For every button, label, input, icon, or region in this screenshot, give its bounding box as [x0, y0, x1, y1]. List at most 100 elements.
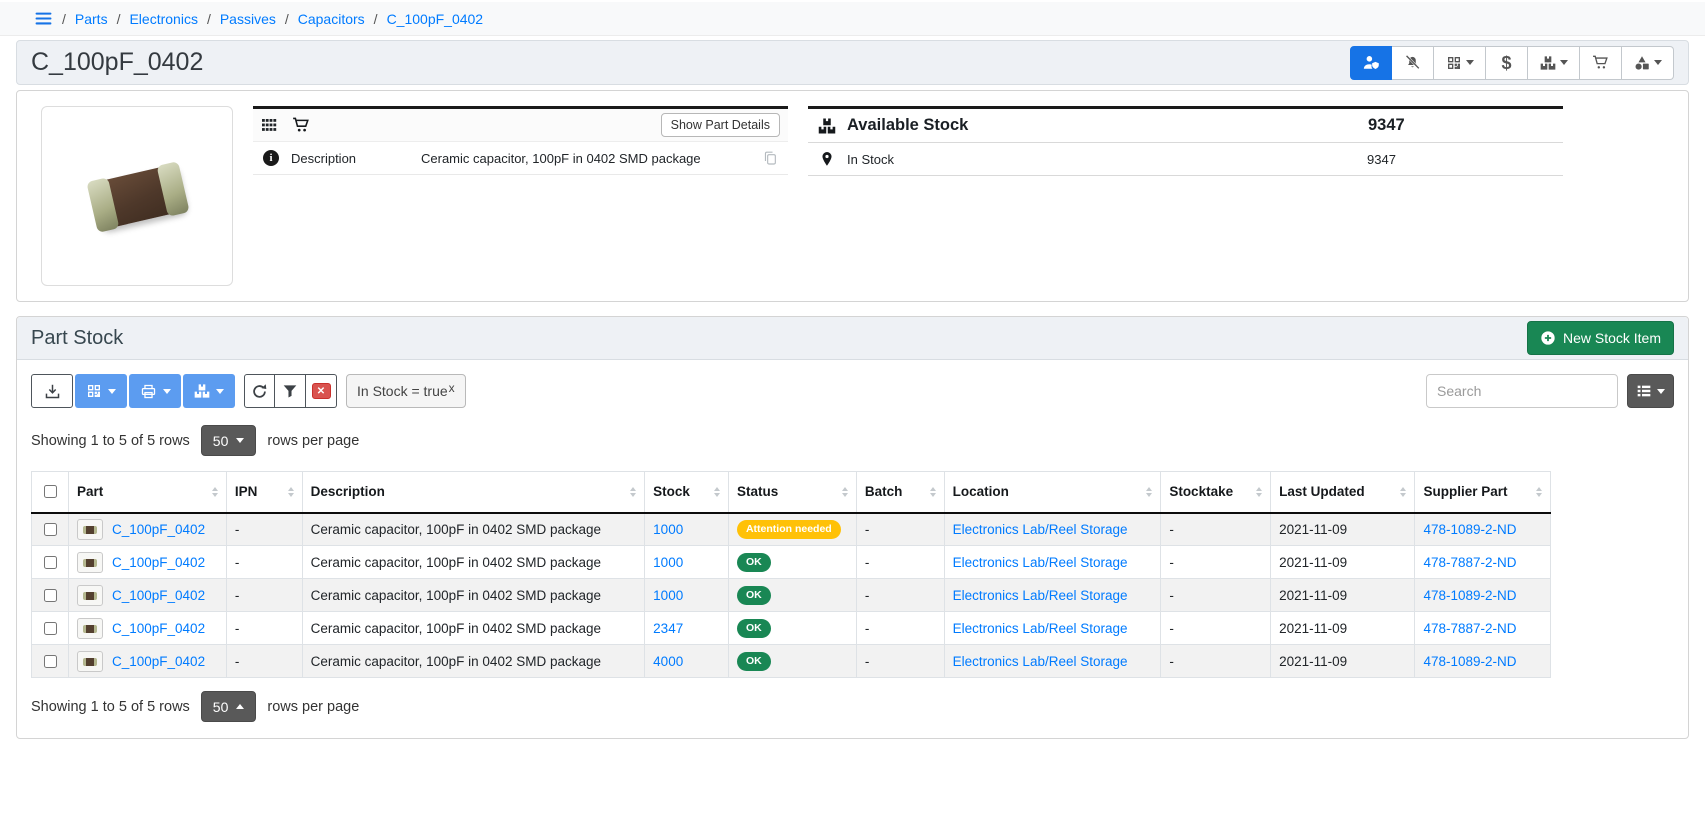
part-link[interactable]: C_100pF_0402: [112, 588, 205, 603]
pagination-top: Showing 1 to 5 of 5 rows 50 rows per pag…: [31, 425, 1674, 456]
last-updated-cell: 2021-11-09: [1271, 612, 1415, 645]
print-actions-button[interactable]: [129, 374, 181, 408]
description-cell: Ceramic capacitor, 100pF in 0402 SMD pac…: [302, 546, 645, 579]
part-link[interactable]: C_100pF_0402: [112, 654, 205, 669]
shopping-cart-icon: [1592, 54, 1609, 71]
column-header-stocktake[interactable]: Stocktake: [1161, 472, 1271, 513]
table-row: C_100pF_0402 - Ceramic capacitor, 100pF …: [32, 645, 1551, 678]
status-badge: OK: [737, 619, 771, 638]
stock-quantity-link[interactable]: 1000: [653, 522, 683, 537]
table-row: C_100pF_0402 - Ceramic capacitor, 100pF …: [32, 579, 1551, 612]
part-link[interactable]: C_100pF_0402: [112, 522, 205, 537]
column-header-supplier-part[interactable]: Supplier Part: [1415, 472, 1551, 513]
rows-per-page-text: rows per page: [267, 433, 359, 449]
location-link[interactable]: Electronics Lab/Reel Storage: [953, 588, 1128, 603]
row-checkbox[interactable]: [44, 523, 57, 536]
stock-quantity-link[interactable]: 1000: [653, 588, 683, 603]
page-title: C_100pF_0402: [31, 48, 203, 77]
stock-actions-button[interactable]: [1528, 46, 1580, 80]
column-header-last-updated[interactable]: Last Updated: [1271, 472, 1415, 513]
location-link[interactable]: Electronics Lab/Reel Storage: [953, 654, 1128, 669]
column-header-stock[interactable]: Stock: [645, 472, 729, 513]
dollar-icon: $: [1501, 54, 1511, 72]
column-header-location[interactable]: Location: [944, 472, 1161, 513]
part-link[interactable]: C_100pF_0402: [112, 555, 205, 570]
remove-filter-icon[interactable]: x: [449, 381, 455, 395]
page-size-dropdown[interactable]: 50: [201, 691, 257, 722]
sort-icon: [1400, 487, 1406, 497]
column-header-status[interactable]: Status: [728, 472, 856, 513]
filter-button[interactable]: [275, 374, 306, 408]
supplier-part-link[interactable]: 478-1089-2-ND: [1423, 588, 1516, 603]
breadcrumb-link-current-part[interactable]: C_100pF_0402: [387, 11, 484, 27]
in-stock-label: In Stock: [847, 152, 894, 167]
sort-icon: [842, 487, 848, 497]
status-badge: OK: [737, 553, 771, 572]
last-updated-cell: 2021-11-09: [1271, 579, 1415, 612]
map-pin-icon: [819, 151, 835, 167]
chevron-down-icon: [216, 389, 224, 394]
subscribe-button[interactable]: [1350, 46, 1392, 80]
supplier-part-link[interactable]: 478-7887-2-ND: [1423, 555, 1516, 570]
stock-quantity-link[interactable]: 1000: [653, 555, 683, 570]
show-part-details-button[interactable]: Show Part Details: [661, 113, 780, 137]
breadcrumb-separator: /: [207, 11, 211, 27]
available-stock-total: 9347: [1368, 116, 1553, 135]
page-size-dropdown[interactable]: 50: [201, 425, 257, 456]
stock-options-button[interactable]: [183, 374, 235, 408]
barcode-actions-button[interactable]: [1434, 46, 1486, 80]
cart-icon: [292, 116, 310, 134]
stocktake-cell: -: [1161, 645, 1271, 678]
breadcrumb-separator: /: [62, 11, 66, 27]
part-stock-panel: Part Stock New Stock Item: [16, 316, 1689, 739]
available-stock-title: Available Stock: [847, 116, 968, 135]
column-header-part[interactable]: Part: [69, 472, 227, 513]
pagination-bottom: Showing 1 to 5 of 5 rows 50 rows per pag…: [31, 691, 1674, 722]
pricing-button[interactable]: $: [1486, 46, 1528, 80]
part-options-button[interactable]: [1622, 46, 1674, 80]
breadcrumb-link-electronics[interactable]: Electronics: [129, 11, 197, 27]
status-badge: Attention needed: [737, 520, 841, 539]
part-link[interactable]: C_100pF_0402: [112, 621, 205, 636]
breadcrumb-link-passives[interactable]: Passives: [220, 11, 276, 27]
part-details-header: Show Part Details: [253, 109, 788, 142]
location-link[interactable]: Electronics Lab/Reel Storage: [953, 621, 1128, 636]
column-header-ipn[interactable]: IPN: [226, 472, 302, 513]
stock-quantity-link[interactable]: 4000: [653, 654, 683, 669]
clear-filters-button[interactable]: ✕: [306, 374, 337, 408]
select-all-checkbox[interactable]: [44, 485, 57, 498]
part-image[interactable]: [41, 106, 233, 286]
copy-icon[interactable]: [762, 150, 778, 166]
new-stock-item-button[interactable]: New Stock Item: [1527, 321, 1674, 355]
row-checkbox[interactable]: [44, 655, 57, 668]
unsubscribe-button[interactable]: [1392, 46, 1434, 80]
breadcrumb-link-capacitors[interactable]: Capacitors: [298, 11, 365, 27]
menu-icon[interactable]: [34, 9, 53, 28]
order-part-button[interactable]: [1580, 46, 1622, 80]
row-checkbox[interactable]: [44, 622, 57, 635]
supplier-part-link[interactable]: 478-1089-2-ND: [1423, 522, 1516, 537]
stock-quantity-link[interactable]: 2347: [653, 621, 683, 636]
column-header-batch[interactable]: Batch: [856, 472, 944, 513]
bell-slash-icon: [1404, 54, 1421, 71]
search-input[interactable]: [1426, 374, 1618, 408]
column-header-description[interactable]: Description: [302, 472, 645, 513]
row-checkbox[interactable]: [44, 556, 57, 569]
stocktake-cell: -: [1161, 612, 1271, 645]
supplier-part-link[interactable]: 478-1089-2-ND: [1423, 654, 1516, 669]
location-link[interactable]: Electronics Lab/Reel Storage: [953, 522, 1128, 537]
row-checkbox[interactable]: [44, 589, 57, 602]
supplier-part-link[interactable]: 478-7887-2-ND: [1423, 621, 1516, 636]
location-link[interactable]: Electronics Lab/Reel Storage: [953, 555, 1128, 570]
barcode-scan-button[interactable]: [75, 374, 127, 408]
refresh-button[interactable]: [244, 374, 275, 408]
filter-chip-in-stock[interactable]: In Stock = true x: [346, 374, 466, 408]
description-cell: Ceramic capacitor, 100pF in 0402 SMD pac…: [302, 579, 645, 612]
boxes-icon: [1540, 55, 1556, 71]
breadcrumb-link-parts[interactable]: Parts: [75, 11, 108, 27]
table-row: C_100pF_0402 - Ceramic capacitor, 100pF …: [32, 513, 1551, 546]
export-button[interactable]: [31, 374, 73, 408]
table-header-row: Part IPN Description Stock Status Batch …: [32, 472, 1551, 513]
toggle-columns-button[interactable]: [1627, 374, 1674, 408]
batch-cell: -: [856, 513, 944, 546]
